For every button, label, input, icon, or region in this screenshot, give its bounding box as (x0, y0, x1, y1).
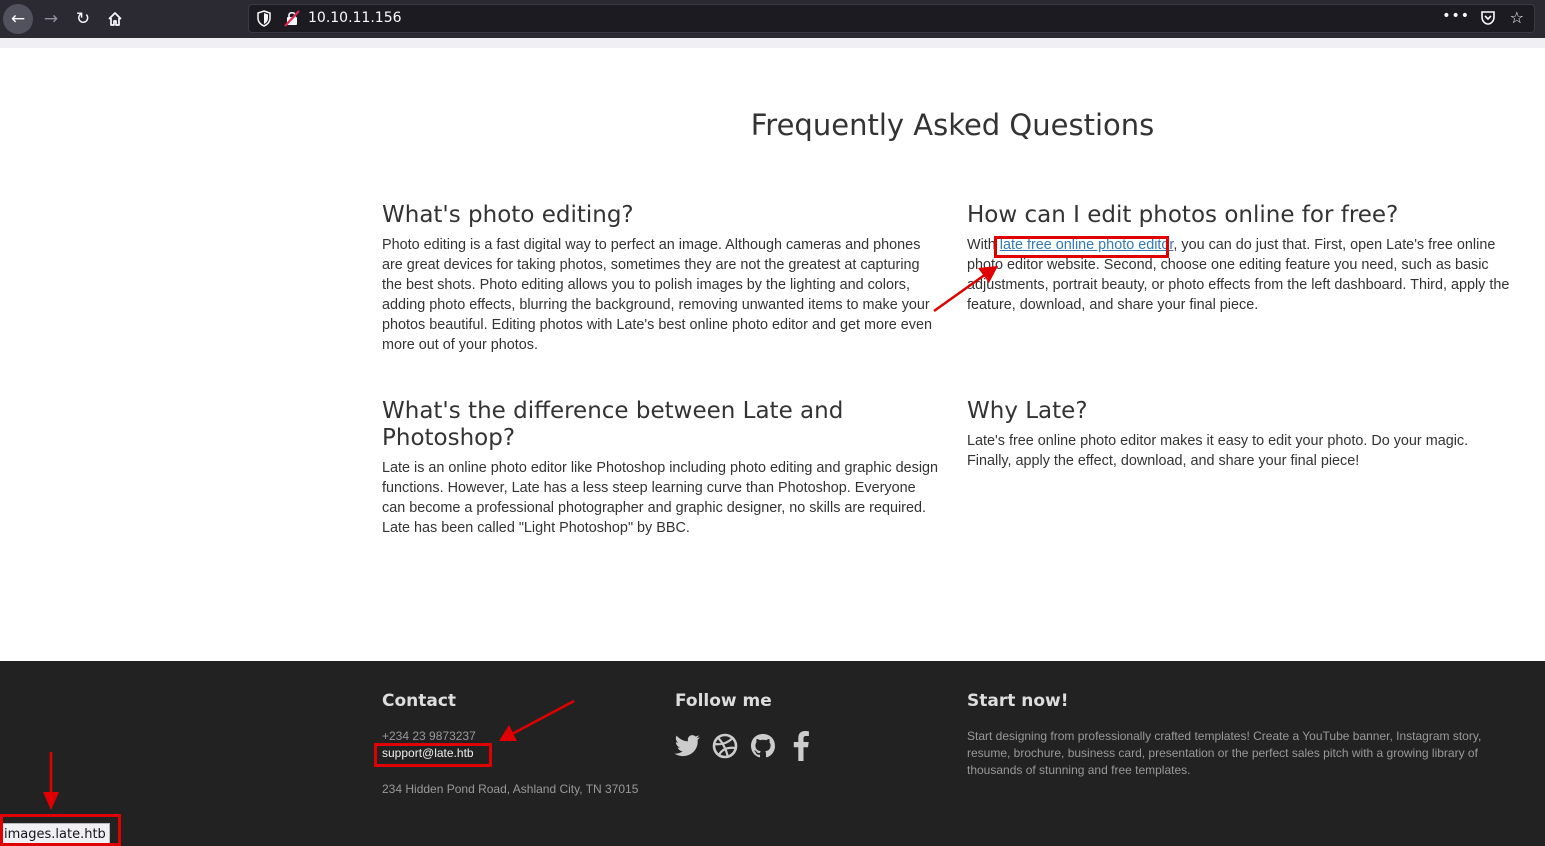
faq-answer: Late's free online photo editor makes it… (967, 433, 1469, 469)
faq-item-difference: What's the difference between Late and P… (382, 398, 942, 538)
faq-answer: Late is an online photo editor like Phot… (382, 460, 939, 536)
faq-question: What's photo editing? (382, 202, 634, 228)
highlight-box-editor-link (994, 236, 1169, 258)
page-actions-more-icon[interactable]: ••• (1442, 8, 1470, 24)
dribbble-icon[interactable] (711, 731, 739, 761)
insecure-lock-icon[interactable] (284, 10, 300, 27)
toolbar-divider (0, 38, 1545, 48)
browser-toolbar: ← → ↻ 10.10.11.156 ••• ☆ (0, 0, 1545, 38)
contact-heading: Contact (382, 691, 457, 711)
tracking-protection-shield-icon[interactable] (257, 10, 271, 27)
contact-address: 234 Hidden Pond Road, Ashland City, TN 3… (382, 782, 639, 796)
home-icon[interactable] (100, 4, 130, 34)
github-icon[interactable] (749, 731, 777, 761)
faq-answer: Photo editing is a fast digital way to p… (382, 237, 932, 353)
follow-heading: Follow me (675, 691, 772, 711)
faq-question: How can I edit photos online for free? (967, 202, 1399, 228)
faq-item-why-late: Why Late? Late's free online photo edito… (967, 398, 1512, 471)
social-links (673, 731, 815, 761)
reload-icon[interactable]: ↻ (68, 4, 98, 34)
pocket-icon[interactable] (1480, 10, 1496, 26)
twitter-icon[interactable] (673, 731, 701, 761)
faq-title: Frequently Asked Questions (750, 108, 1155, 142)
start-now-heading: Start now! (967, 691, 1069, 711)
site-footer: Contact +234 23 9873237 support@late.htb… (0, 661, 1545, 846)
bookmark-star-icon[interactable]: ☆ (1510, 8, 1524, 27)
url-text[interactable]: 10.10.11.156 (308, 10, 402, 26)
forward-arrow-icon[interactable]: → (36, 4, 66, 34)
faq-item-photo-editing: What's photo editing? Photo editing is a… (382, 202, 938, 355)
start-now-text: Start designing from professionally craf… (967, 729, 1482, 777)
back-arrow-icon[interactable]: ← (3, 4, 33, 34)
faq-question: Why Late? (967, 398, 1088, 424)
highlight-box-status-url (0, 814, 121, 846)
highlight-box-email (374, 743, 492, 767)
faq-item-edit-online: How can I edit photos online for free? W… (967, 202, 1523, 315)
faq-question: What's the difference between Late and P… (382, 398, 844, 451)
address-bar[interactable]: 10.10.11.156 ••• ☆ (248, 4, 1535, 33)
facebook-icon[interactable] (787, 731, 815, 761)
